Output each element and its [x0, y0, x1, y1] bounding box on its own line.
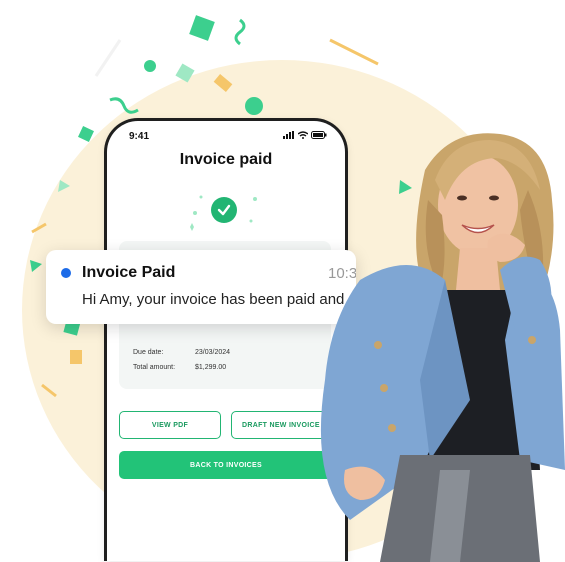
woman-photo [320, 133, 565, 562]
